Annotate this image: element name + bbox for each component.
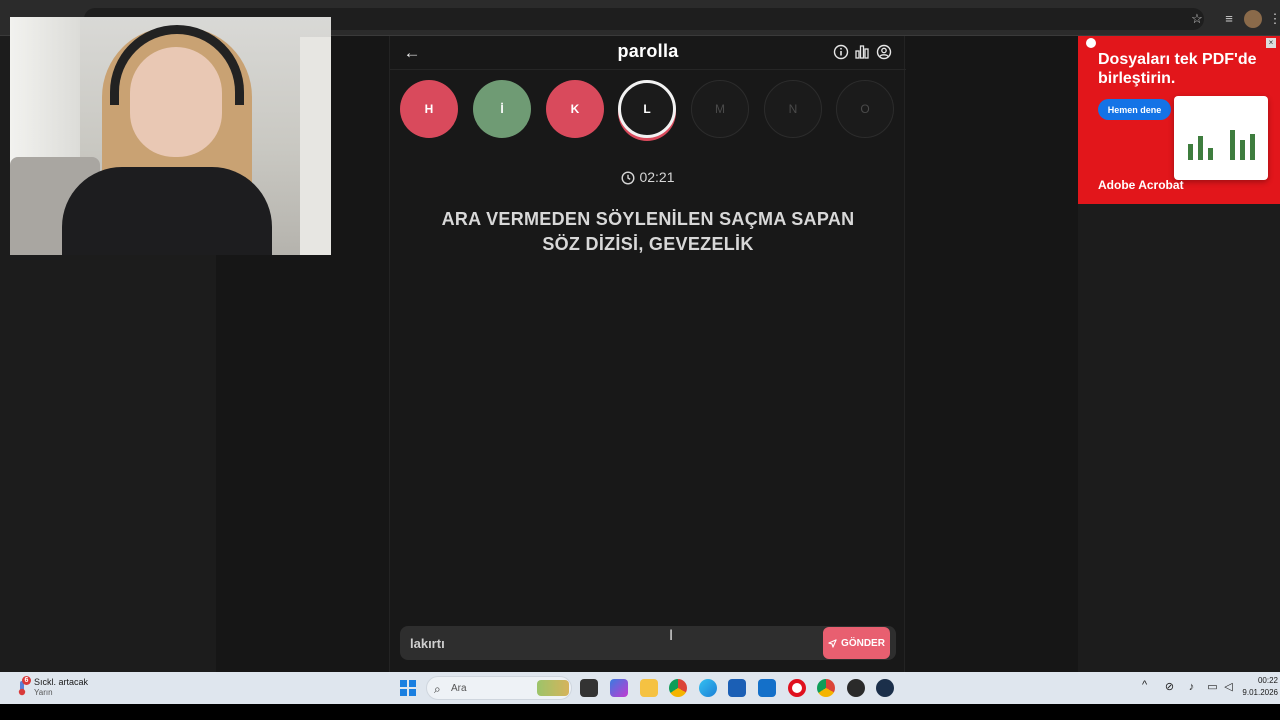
letter-label: L [643,102,651,116]
ad-choices-icon[interactable] [1086,38,1096,48]
windows-taskbar: 6 Sıckl. artacak Yarın ⌕ Ara ^ ⊘ ♪ ▭ ◁ 0… [0,672,1280,704]
answer-bar: GÖNDER [400,626,896,660]
letter-track: H İ K L M N O [400,78,900,142]
ad-illustration-bar [1198,136,1203,160]
windows-logo-icon [400,680,407,687]
parolla-game-panel: ← parolla H İ K L M N O 02:21 ARA VERMED… [389,36,906,672]
stats-icon[interactable] [854,44,870,60]
ad-illustration-bar [1188,144,1193,160]
network-off-icon[interactable]: ⊘ [1163,681,1176,694]
letter-label: O [860,102,870,116]
opera-icon[interactable] [788,679,806,697]
taskbar-search[interactable]: ⌕ Ara [426,676,572,700]
file-explorer-icon[interactable] [580,679,598,697]
send-label: GÖNDER [841,637,885,649]
start-button[interactable] [400,680,416,696]
windows-logo-icon [400,689,407,696]
search-icon: ⌕ [434,682,441,696]
webcam-person-body [62,167,272,255]
menu-kebab-icon[interactable]: ⋮ [1266,10,1280,28]
letter-circle-i: İ [473,80,531,138]
letter-label: İ [500,102,504,116]
chrome-icon[interactable] [817,679,835,697]
clock-time[interactable]: 00:22 [1258,676,1278,685]
weather-title[interactable]: Sıckl. artacak [34,677,88,687]
ad-brand: Adobe Acrobat [1098,178,1184,192]
letter-label: M [715,102,725,116]
search-highlight-art [537,680,569,696]
ad-illustration-bar [1208,148,1213,160]
ad-illustration-bar [1230,130,1235,160]
letter-circle-l-current: L [618,80,676,138]
timer: 02:21 [390,169,906,185]
ad-illustration-bar [1240,140,1245,160]
screen-bottom-border [0,704,1280,720]
profile-avatar-icon[interactable] [1244,10,1262,28]
letter-circle-n: N [764,80,822,138]
steam-icon[interactable] [876,679,894,697]
send-icon [828,638,837,648]
reading-list-icon[interactable]: ≡ [1220,10,1238,28]
chrome-icon[interactable] [669,679,687,697]
ad-close-icon[interactable]: × [1266,38,1276,48]
advertisement-banner[interactable]: × Dosyaları tek PDF'de birleştirin. Heme… [1078,36,1280,204]
bookmark-star-icon[interactable]: ☆ [1188,10,1206,28]
text-cursor-icon: I [669,628,674,644]
windows-logo-icon [409,689,416,696]
letter-circle-h: H [400,80,458,138]
store-icon[interactable] [728,679,746,697]
letter-circle-k: K [546,80,604,138]
ad-cta-button[interactable]: Hemen dene [1098,99,1171,120]
chevron-up-icon[interactable]: ^ [1142,679,1147,691]
ad-document-illustration [1174,96,1268,180]
outlook-icon[interactable] [758,679,776,697]
volume-icon[interactable]: ◁ [1222,681,1235,694]
game-header: ← parolla [390,36,906,70]
app-title: parolla [617,41,679,61]
letter-label: H [424,102,434,116]
screen: ☆ ≡ ⋮ ← parolla H İ K L M N O 02:21 ARA … [0,0,1280,720]
webcam-window-curtain [10,17,80,177]
display-icon[interactable]: ▭ [1206,681,1219,694]
letter-label: N [788,102,798,116]
letter-circle-o: O [836,80,894,138]
headset-icon [110,25,244,105]
microphone-icon[interactable]: ♪ [1185,681,1198,694]
folder-icon[interactable] [640,679,658,697]
webcam-door [300,37,331,255]
ad-headline: Dosyaları tek PDF'de birleştirin. [1098,51,1257,87]
clue-text: ARA VERMEDEN SÖYLENİLEN SAÇMA SAPAN SÖZ … [441,209,855,254]
letter-circle-m: M [691,80,749,138]
clock-icon [621,171,635,185]
weather-badge: 6 [22,676,31,685]
edge-icon[interactable] [699,679,717,697]
profile-icon[interactable] [876,44,892,60]
webcam-overlay [10,17,331,255]
info-icon[interactable] [833,44,849,60]
ad-illustration-bar [1250,134,1255,160]
obs-icon[interactable] [847,679,865,697]
clock-date: 9.01.2026 [1242,688,1278,697]
search-placeholder: Ara [451,683,467,694]
windows-logo-icon [409,680,416,687]
send-button[interactable]: GÖNDER [823,627,890,659]
letter-label: K [570,102,580,116]
timer-value: 02:21 [639,169,675,185]
weather-subtitle: Yarın [34,688,53,697]
answer-input[interactable] [410,633,810,653]
widgets-icon[interactable] [610,679,628,697]
